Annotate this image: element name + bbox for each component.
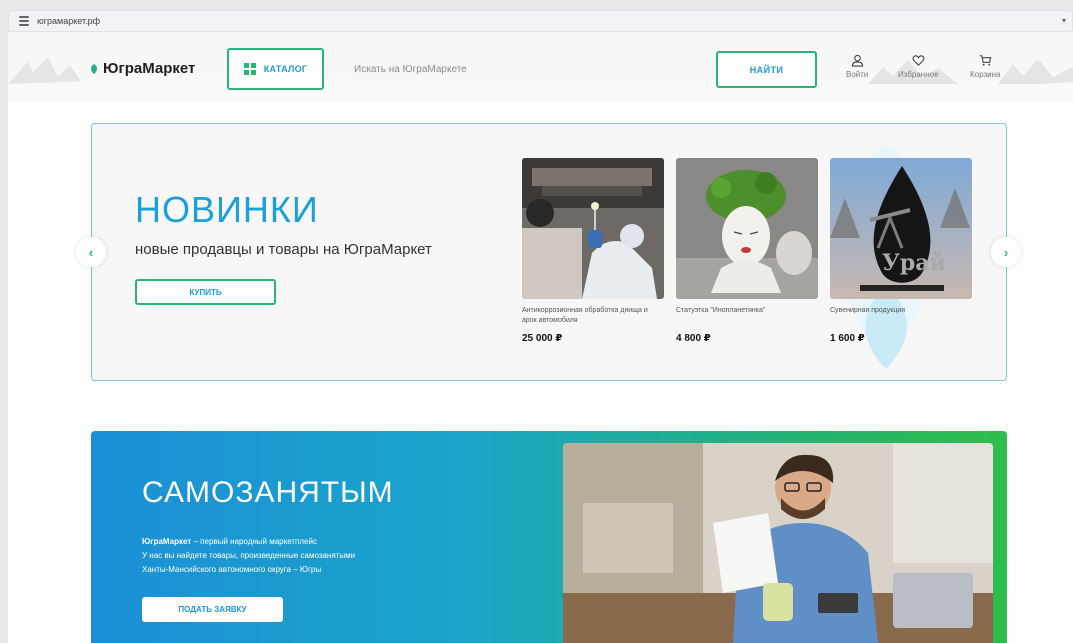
- new-arrivals-banner: НОВИНКИ новые продавцы и товары на ЮграМ…: [91, 123, 1007, 381]
- product-price: 25 000 ₽: [522, 333, 563, 344]
- product-image[interactable]: [522, 158, 664, 299]
- user-icon: [851, 54, 863, 67]
- description-line-3: Ханты-Мансийского автономного округа – Ю…: [142, 565, 322, 574]
- heart-icon: [912, 55, 925, 66]
- souvenir-photo: Урай: [830, 158, 972, 299]
- address-bar[interactable]: югрaмаркет.рф ▾: [8, 10, 1073, 32]
- logo-text: ЮграМаркет: [103, 60, 196, 77]
- product-name[interactable]: Антикоррозионная обработка днища и арок …: [522, 306, 664, 326]
- cart-button[interactable]: Корзина: [970, 54, 1000, 79]
- product-price: 4 800 ₽: [676, 333, 711, 344]
- login-label: Войти: [846, 70, 869, 79]
- favorites-label: Избранное: [898, 70, 939, 79]
- chevron-left-icon[interactable]: ‹: [76, 237, 106, 267]
- product-price: 1 600 ₽: [830, 333, 865, 344]
- description-line-2: У нас вы найдете товары, произведенные с…: [142, 551, 356, 560]
- login-button[interactable]: Войти: [846, 54, 868, 79]
- description-line-1: – первый народный маркетплейс: [191, 537, 317, 546]
- man-with-documents-photo: [563, 443, 993, 643]
- banner-subtitle: новые продавцы и товары на ЮграМаркет: [135, 241, 432, 258]
- product-card[interactable]: Статуэтка "Инопланетянка" 4 800 ₽: [676, 158, 818, 344]
- product-card[interactable]: Антикоррозионная обработка днища и арок …: [522, 158, 664, 344]
- catalog-button[interactable]: КАТАЛОГ: [227, 48, 324, 90]
- chevron-right-icon[interactable]: ›: [991, 237, 1021, 267]
- logo-leaf-icon: [91, 63, 97, 74]
- product-name[interactable]: Сувенирная продукция: [830, 306, 972, 326]
- brand-name: ЮграМаркет: [142, 537, 192, 546]
- statuette-photo: [676, 158, 818, 299]
- product-card[interactable]: Урай Сувенирная продукция 1 600 ₽: [830, 158, 972, 344]
- cart-label: Корзина: [970, 70, 1001, 79]
- product-image[interactable]: [676, 158, 818, 299]
- buy-button[interactable]: КУПИТЬ: [135, 279, 276, 305]
- banner-title: НОВИНКИ: [135, 189, 319, 230]
- self-employed-title: САМОЗАНЯТЫМ: [142, 476, 394, 509]
- logo[interactable]: ЮграМаркет: [88, 60, 195, 77]
- page: ЮграМаркет КАТАЛОГ Искать на ЮграМаркете…: [8, 32, 1073, 643]
- search-input[interactable]: Искать на ЮграМаркете: [338, 49, 718, 89]
- favorites-button[interactable]: Избранное: [898, 54, 939, 79]
- site-header: ЮграМаркет КАТАЛОГ Искать на ЮграМаркете…: [8, 32, 1073, 102]
- site-settings-icon[interactable]: [19, 16, 29, 26]
- product-name[interactable]: Статуэтка "Инопланетянка": [676, 306, 818, 326]
- catalog-grid-icon: [243, 63, 256, 75]
- apply-button[interactable]: ПОДАТЬ ЗАЯВКУ: [142, 597, 283, 622]
- self-employed-description: ЮграМаркет – первый народный маркетплейс…: [142, 535, 355, 577]
- find-button[interactable]: НАЙТИ: [716, 51, 817, 88]
- car-undercoating-photo: [522, 158, 664, 299]
- chevron-down-icon[interactable]: ▾: [1062, 16, 1066, 25]
- souvenir-text: Урай: [882, 250, 946, 276]
- product-image[interactable]: Урай: [830, 158, 972, 299]
- self-employed-banner: САМОЗАНЯТЫМ ЮграМаркет – первый народный…: [91, 431, 1007, 643]
- cart-icon: [979, 55, 992, 66]
- url-text: югрaмаркет.рф: [37, 16, 101, 26]
- catalog-label: КАТАЛОГ: [263, 64, 308, 74]
